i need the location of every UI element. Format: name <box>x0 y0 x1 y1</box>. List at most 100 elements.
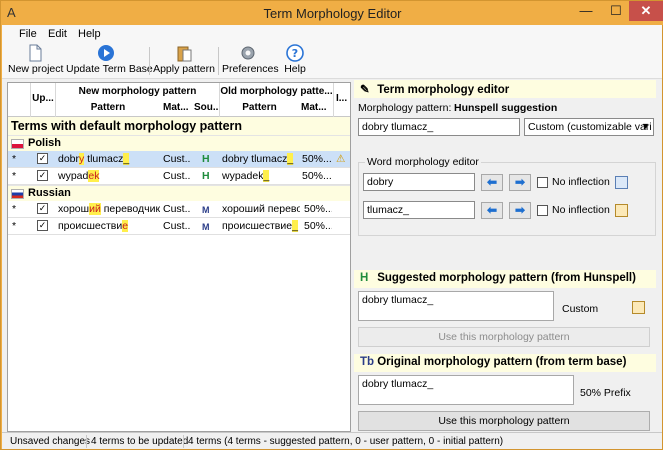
col-header-pattern[interactable]: Pattern <box>56 102 160 113</box>
col-divider <box>333 83 334 117</box>
toolbar: New project Update Term Base Apply patte… <box>2 43 662 79</box>
row-checkbox[interactable]: ✓ <box>37 220 48 231</box>
shift-left-button[interactable]: ⬅ <box>481 174 503 191</box>
row-old-pattern: dobry tlumacz_ <box>222 153 294 165</box>
menu-help[interactable]: Help <box>78 28 101 40</box>
shift-right-button[interactable]: ➡ <box>509 202 531 219</box>
chevron-down-icon: ▼ <box>641 121 650 131</box>
row-pattern: происшествие <box>58 220 129 232</box>
table-icon[interactable] <box>615 204 628 217</box>
flag-polish-icon <box>11 139 24 149</box>
row-marker: * <box>12 153 17 165</box>
myspell-source-icon: M <box>202 222 210 232</box>
suggested-pattern-box: dobry tlumacz_ <box>358 291 554 321</box>
update-term-base-button[interactable]: Update Term Base <box>66 44 153 78</box>
no-inflection-label: No inflection <box>552 204 610 216</box>
shift-left-button[interactable]: ⬅ <box>481 202 503 219</box>
status-unsaved: Unsaved changes <box>10 436 91 447</box>
maximize-button[interactable]: ☐ <box>601 1 631 21</box>
row-match: Cust... <box>163 153 191 165</box>
pencil-icon: ✎ <box>360 84 370 96</box>
window-title: Term Morphology Editor <box>263 6 402 21</box>
close-button[interactable]: ✕ <box>629 1 663 21</box>
original-pattern-kind: 50% Prefix <box>580 387 631 399</box>
status-summary: 4 terms (4 terms - suggested pattern, 0 … <box>188 436 504 447</box>
row-match: Cust... <box>163 220 191 232</box>
row-pattern: хороший переводчик_ <box>58 203 160 215</box>
row-old-pattern: хороший перевод... <box>222 203 300 215</box>
menu-edit[interactable]: Edit <box>48 28 67 40</box>
status-terms-to-update: 4 terms to be updated <box>91 436 189 447</box>
word-input-1[interactable]: dobry <box>363 173 475 191</box>
col-header-old-pattern[interactable]: Pattern <box>221 102 298 113</box>
hunspell-source-icon: H <box>202 170 210 182</box>
table-row[interactable]: * ✓ происшествие Cust... M происшествие_… <box>8 218 350 235</box>
use-original-pattern-button[interactable]: Use this morphology pattern <box>358 411 650 431</box>
pattern-type-select[interactable]: Custom (customizable vari ▼ <box>524 118 654 136</box>
row-marker: * <box>12 203 17 215</box>
word-morphology-editor: Word morphology editor dobry ⬅ ➡ No infl… <box>358 156 656 236</box>
morphology-pattern-label: Morphology pattern: <box>358 102 452 114</box>
col-header-old-match[interactable]: Mat... <box>301 102 331 113</box>
apply-pattern-button[interactable]: Apply pattern <box>153 44 215 78</box>
row-old-match: 50%... <box>302 170 332 182</box>
client-area: File Edit Help New project Update Term B… <box>2 25 662 449</box>
row-match: Cust... <box>163 203 191 215</box>
row-pattern: wypadek <box>58 170 100 182</box>
new-document-icon <box>29 44 42 62</box>
hunspell-icon: H <box>360 272 369 284</box>
clipboard-icon <box>177 46 192 62</box>
table-row[interactable]: * ✓ wypadek Cust... H wypadek_ 50%... <box>8 168 350 185</box>
status-bar: Unsaved changes 4 terms to be updated 4 … <box>2 432 662 449</box>
toolbar-separator <box>149 47 150 75</box>
no-inflection-checkbox-2[interactable] <box>537 205 548 216</box>
row-checkbox[interactable]: ✓ <box>37 153 48 164</box>
col-header-source[interactable]: Sou... <box>194 102 219 113</box>
help-button[interactable]: ? Help <box>280 44 310 78</box>
no-inflection-label: No inflection <box>552 176 610 188</box>
toolbar-separator <box>218 47 219 75</box>
no-inflection-checkbox-1[interactable] <box>537 177 548 188</box>
table-row[interactable]: * ✓ хороший переводчик_ Cust... M хороши… <box>8 201 350 218</box>
terms-grid[interactable]: Up... New morphology pattern Old morphol… <box>7 82 351 432</box>
row-marker: * <box>12 220 17 232</box>
title-bar[interactable]: A Term Morphology Editor — ☐ ✕ <box>1 1 663 25</box>
word-input-2[interactable]: tlumacz_ <box>363 201 475 219</box>
morphology-pattern-input[interactable]: dobry tlumacz_ <box>358 118 520 136</box>
row-checkbox[interactable]: ✓ <box>37 170 48 181</box>
use-suggested-pattern-button[interactable]: Use this morphology pattern <box>358 327 650 347</box>
row-marker: * <box>12 170 17 182</box>
language-group-russian[interactable]: Russian <box>8 185 350 201</box>
suggested-pattern-kind: Custom <box>562 303 599 315</box>
table-icon[interactable] <box>632 301 645 314</box>
language-group-polish[interactable]: Polish <box>8 135 350 151</box>
table-icon[interactable] <box>615 176 628 189</box>
myspell-source-icon: M <box>202 205 210 215</box>
flag-russian-icon <box>11 189 24 199</box>
row-old-pattern: wypadek_ <box>222 170 270 182</box>
col-header-match[interactable]: Mat... <box>163 102 191 113</box>
new-project-button[interactable]: New project <box>8 44 63 78</box>
col-group-new-pattern: New morphology pattern <box>78 86 197 97</box>
shift-right-button[interactable]: ➡ <box>509 174 531 191</box>
row-old-match: 50%... <box>304 220 332 232</box>
col-header-i[interactable]: I... <box>336 93 350 104</box>
minimize-button[interactable]: — <box>571 1 601 21</box>
preferences-button[interactable]: Preferences <box>222 44 279 78</box>
row-checkbox[interactable]: ✓ <box>37 203 48 214</box>
original-pattern-box: dobry tlumacz_ <box>358 375 574 405</box>
status-separator <box>86 435 87 448</box>
row-old-pattern: происшествие_ <box>222 220 298 232</box>
group-banner: Terms with default morphology pattern <box>8 117 350 135</box>
hunspell-source-icon: H <box>202 153 210 165</box>
help-icon: ? <box>286 44 304 62</box>
gear-icon <box>241 46 255 60</box>
status-separator <box>183 435 184 448</box>
row-old-match: 50%... <box>304 203 332 215</box>
row-match: Cust... <box>163 170 191 182</box>
col-group-old-pattern: Old morphology patte... <box>220 86 333 97</box>
menu-file[interactable]: File <box>19 28 37 40</box>
editor-section-header: ✎ Term morphology editor <box>354 80 656 98</box>
col-header-up[interactable]: Up... <box>30 93 56 104</box>
table-row[interactable]: * ✓ dobry tlumacz_ Cust... H dobry tluma… <box>8 151 350 168</box>
